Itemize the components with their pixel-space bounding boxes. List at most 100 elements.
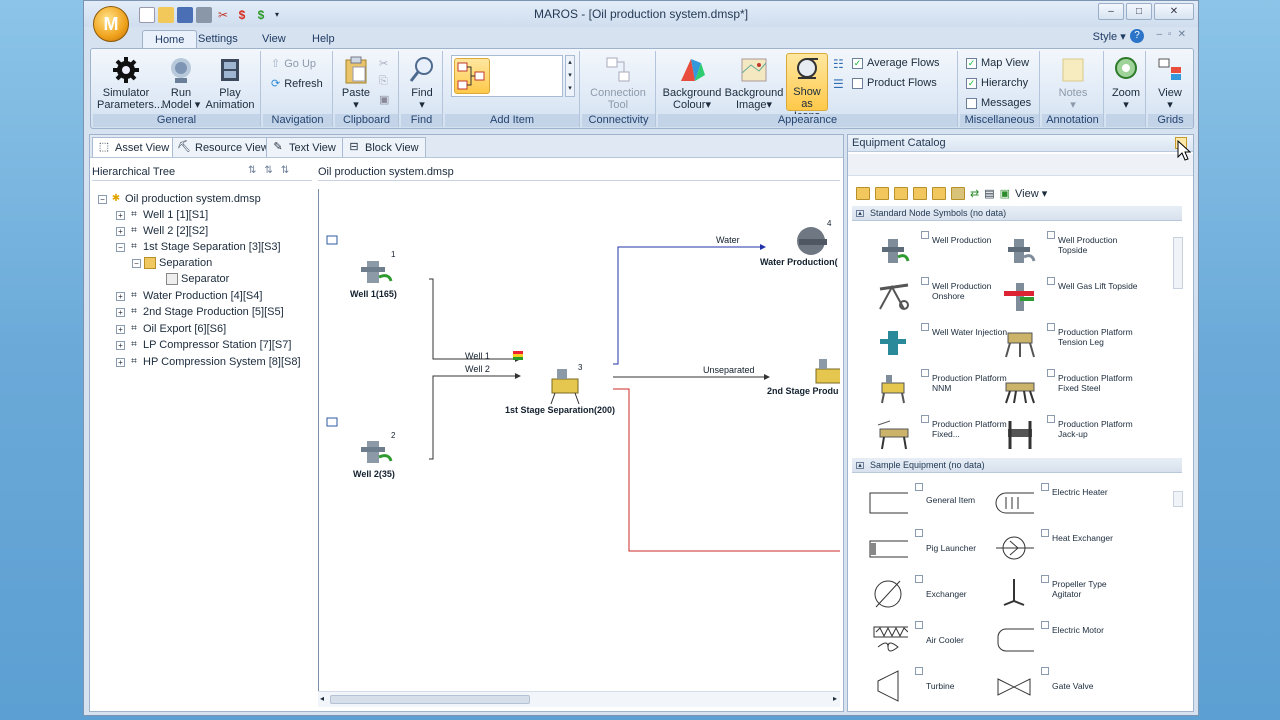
- detail-view-icon[interactable]: ☰: [833, 77, 844, 91]
- new-folder-icon[interactable]: [856, 186, 870, 200]
- average-flows-toggle[interactable]: ✓ Average Flows: [852, 57, 940, 69]
- well1-line[interactable]: [429, 278, 515, 360]
- collapse-section-icon[interactable]: ▴: [856, 462, 864, 469]
- copy-folder-icon[interactable]: [894, 186, 908, 200]
- add-item-node-button[interactable]: [454, 58, 490, 94]
- 2nd-stage-symbol[interactable]: [815, 359, 840, 384]
- catalog-item-platform-nnm[interactable]: Production Platform NNM: [874, 369, 1007, 409]
- list-view-icon[interactable]: ☷: [833, 57, 844, 71]
- tab-settings[interactable]: Settings: [186, 30, 250, 48]
- run-model-button[interactable]: Run Model ▾: [159, 55, 203, 111]
- play-animation-button[interactable]: Play Animation: [205, 55, 255, 111]
- diagram-canvas[interactable]: 1 Well 1(165) 2 Well 2(35) 3 1st Stage S…: [318, 189, 840, 695]
- catalog-item-general-item[interactable]: General Item: [868, 483, 998, 523]
- connection-tool-button[interactable]: Connection Tool: [588, 55, 648, 111]
- oil-export-line[interactable]: [613, 388, 840, 552]
- catalog-item-turbine[interactable]: Turbine: [868, 667, 998, 707]
- messages-checkbox[interactable]: [966, 97, 977, 109]
- catalog-item-well-production-topside[interactable]: Well Production Topside: [1000, 231, 1130, 271]
- background-colour-button[interactable]: Background Colour▾: [662, 55, 722, 111]
- help-icon[interactable]: ?: [1130, 29, 1144, 43]
- catalog-item-well-gas-lift-topside[interactable]: Well Gas Lift Topside: [1000, 277, 1138, 317]
- catalog-item-electric-motor[interactable]: Electric Motor: [994, 621, 1124, 661]
- sync-icon[interactable]: ⇄: [970, 187, 979, 200]
- tree-sort-icons[interactable]: ⇅⇅⇅: [248, 165, 297, 176]
- average-flows-checkbox[interactable]: ✓: [852, 57, 863, 69]
- well2-line[interactable]: [429, 375, 515, 460]
- move-folder-icon[interactable]: [932, 186, 946, 200]
- tree-node-lp-compressor[interactable]: + ⌗ LP Compressor Station [7][S7]: [116, 337, 291, 353]
- tab-asset-view[interactable]: ⬚ Asset View: [92, 137, 177, 157]
- tree-node-root[interactable]: − ✱ Oil production system.dmsp: [98, 191, 261, 207]
- collapse-icon[interactable]: −: [132, 258, 141, 268]
- hierarchy-checkbox[interactable]: ✓: [966, 77, 977, 89]
- catalog-item-propeller-agitator[interactable]: Propeller Type Agitator: [994, 575, 1124, 615]
- expand-icon[interactable]: +: [116, 210, 125, 220]
- water-line[interactable]: [613, 246, 763, 365]
- go-up-button[interactable]: ⇧ Go Up: [271, 57, 316, 71]
- catalog-item-air-cooler[interactable]: Air Cooler: [868, 621, 998, 661]
- section-standard-symbols[interactable]: ▴ Standard Node Symbols (no data): [852, 206, 1182, 221]
- product-flows-checkbox[interactable]: [852, 77, 863, 89]
- well1-symbol[interactable]: [361, 261, 393, 283]
- catalog-item-platform-tension-leg[interactable]: Production Platform Tension Leg: [1000, 323, 1133, 363]
- catalog-item-electric-heater[interactable]: Electric Heater: [994, 483, 1124, 523]
- grids-view-button[interactable]: View ▾: [1152, 55, 1188, 111]
- find-button[interactable]: Find ▾: [405, 55, 439, 111]
- tab-block-view[interactable]: ⊟ Block View: [342, 137, 426, 157]
- separation-platform-symbol[interactable]: [550, 369, 580, 405]
- collapse-section-icon[interactable]: ▴: [856, 210, 864, 217]
- tree-node-water-production[interactable]: + ⌗ Water Production [4][S4]: [116, 288, 262, 304]
- paste-button[interactable]: Paste ▾: [339, 55, 373, 111]
- tab-help[interactable]: Help: [300, 30, 347, 48]
- simulator-parameters-button[interactable]: Simulator Parameters...: [97, 55, 163, 111]
- tree-node-oil-export[interactable]: + ⌗ Oil Export [6][S6]: [116, 321, 226, 337]
- properties-icon[interactable]: ▤: [984, 187, 994, 200]
- notes-button[interactable]: Notes ▾: [1050, 55, 1096, 111]
- expand-icon[interactable]: +: [116, 307, 125, 317]
- tree-node-well1[interactable]: + ⌗ Well 1 [1][S1]: [116, 207, 208, 223]
- catalog-item-well-production-onshore[interactable]: Well Production Onshore: [874, 277, 1004, 317]
- collapse-icon[interactable]: −: [98, 194, 107, 204]
- minimize-button[interactable]: –: [1098, 3, 1124, 20]
- refresh-button[interactable]: ⟳ Refresh: [271, 77, 323, 91]
- note-icon[interactable]: [326, 235, 338, 245]
- catalog-item-platform-fixed[interactable]: Production Platform Fixed...: [874, 415, 1007, 455]
- gallery-scroll-arrows[interactable]: ▴ ▾ ▾: [565, 55, 575, 97]
- view-mode-icon[interactable]: ▣: [1000, 187, 1010, 200]
- catalog-item-gate-valve[interactable]: Gate Valve: [994, 667, 1124, 707]
- water-production-symbol[interactable]: [797, 227, 827, 255]
- background-image-button[interactable]: Background Image▾: [724, 55, 784, 111]
- expand-icon[interactable]: +: [116, 340, 125, 350]
- catalog-item-well-production[interactable]: Well Production: [874, 231, 1004, 271]
- tab-text-view[interactable]: ✎ Text View: [266, 137, 343, 157]
- equipment-scrollbar[interactable]: [1173, 491, 1183, 507]
- tree-node-separation-stage[interactable]: − ⌗ 1st Stage Separation [3][S3]: [116, 239, 281, 255]
- catalog-item-platform-fixed-steel[interactable]: Production Platform Fixed Steel: [1000, 369, 1133, 409]
- open-folder-icon[interactable]: [875, 186, 889, 200]
- show-as-icons-button[interactable]: Show as Icons: [786, 53, 828, 122]
- paste-folder-icon[interactable]: [913, 186, 927, 200]
- copy-icon[interactable]: ⎘: [379, 75, 388, 88]
- catalog-item-well-water-injection[interactable]: Well Water Injection: [874, 323, 1007, 363]
- product-flows-toggle[interactable]: Product Flows: [852, 77, 937, 89]
- well2-symbol[interactable]: [361, 441, 393, 463]
- collapse-icon[interactable]: −: [116, 242, 125, 252]
- expand-icon[interactable]: +: [116, 357, 125, 367]
- tab-view[interactable]: View: [250, 30, 298, 48]
- close-button[interactable]: ✕: [1154, 3, 1194, 20]
- add-item-gallery[interactable]: [451, 55, 563, 97]
- catalog-item-pig-launcher[interactable]: Pig Launcher: [868, 529, 998, 569]
- export-folder-icon[interactable]: [951, 186, 965, 200]
- catalog-item-platform-jack-up[interactable]: Production Platform Jack-up: [1000, 415, 1133, 455]
- tree-node-well2[interactable]: + ⌗ Well 2 [2][S2]: [116, 223, 208, 239]
- tree-node-separation-folder[interactable]: − Separation: [132, 255, 212, 271]
- format-painter-icon[interactable]: ▣: [379, 93, 389, 106]
- tree-node-separator[interactable]: Separator: [166, 271, 229, 287]
- expand-icon[interactable]: +: [116, 324, 125, 334]
- map-view-checkbox[interactable]: ✓: [966, 57, 977, 69]
- application-button[interactable]: M: [93, 6, 129, 42]
- expand-icon[interactable]: +: [116, 291, 125, 301]
- tree-node-hp-compression[interactable]: + ⌗ HP Compression System [8][S8]: [116, 354, 301, 370]
- scroll-left-icon[interactable]: ◂: [320, 694, 324, 703]
